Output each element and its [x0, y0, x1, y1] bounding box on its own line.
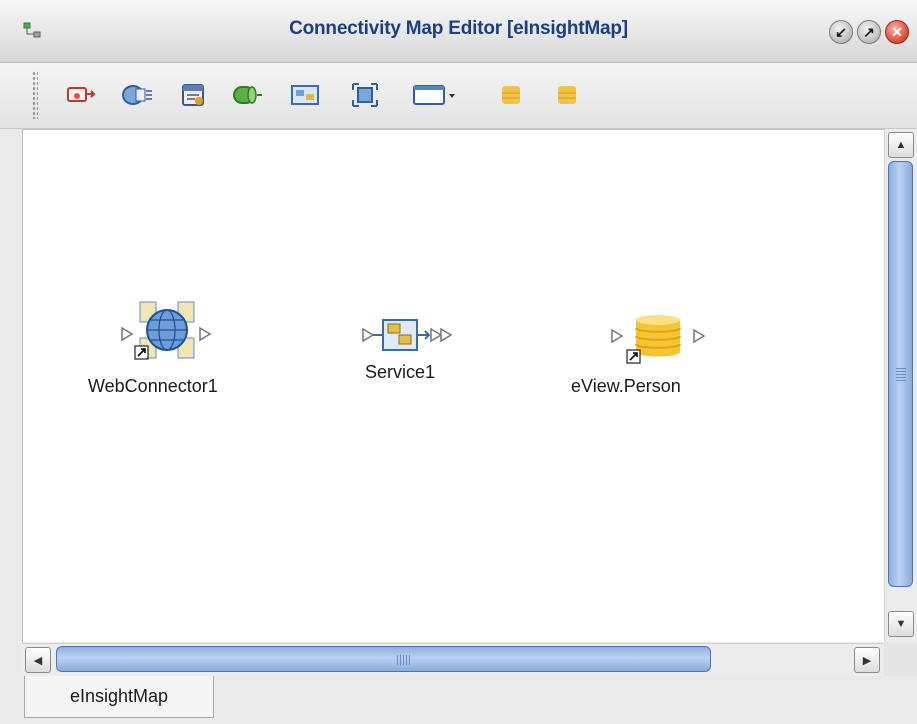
horizontal-scroll-thumb[interactable] — [56, 646, 711, 672]
web-service-icon — [122, 85, 152, 105]
window-title: Connectivity Map Editor [eInsightMap] — [289, 18, 628, 39]
window-dropdown-icon — [413, 85, 455, 105]
triangle-left-icon: ◀ — [33, 654, 43, 667]
maximize-icon[interactable]: ↗ — [857, 20, 881, 44]
service-icon — [362, 319, 453, 351]
database-icon — [611, 315, 706, 364]
vertical-scrollbar[interactable]: ▲ ▼ — [884, 129, 917, 641]
close-icon[interactable]: ✕ — [885, 20, 909, 44]
scheduler-icon — [182, 84, 204, 106]
composite-icon — [352, 83, 378, 107]
window-controls: ↙ ↗ ✕ — [829, 20, 909, 46]
vertical-scroll-thumb[interactable] — [888, 161, 913, 587]
queue-button[interactable] — [230, 80, 264, 110]
triangle-down-icon: ▼ — [895, 618, 907, 630]
database-button-2[interactable] — [550, 80, 584, 110]
database-icon — [558, 86, 576, 104]
queue-icon — [233, 86, 262, 104]
map-canvas[interactable]: WebConnector1 Service1 eView.Person — [22, 129, 884, 642]
scroll-down-button[interactable]: ▼ — [888, 611, 914, 637]
toolbar — [0, 63, 917, 129]
scroll-corner — [884, 643, 917, 676]
scroll-left-button[interactable]: ◀ — [25, 647, 51, 673]
webconnector-label[interactable]: WebConnector1 — [88, 376, 218, 397]
horizontal-scrollbar[interactable]: ◀ ▶ — [22, 643, 883, 677]
eview-node[interactable] — [610, 312, 710, 370]
eview-label[interactable]: eView.Person — [571, 376, 681, 397]
title-bar[interactable]: Connectivity Map Editor [eInsightMap] ↙ … — [0, 0, 917, 63]
tab-einsightmap[interactable]: eInsightMap — [24, 676, 214, 718]
database-icon — [502, 86, 520, 104]
window-dropdown-button[interactable] — [410, 80, 460, 110]
service-node[interactable] — [361, 315, 461, 359]
service-icon — [291, 85, 319, 105]
triangle-up-icon: ▲ — [895, 139, 907, 151]
triangle-right-icon: ▶ — [862, 654, 872, 667]
composite-button[interactable] — [348, 80, 382, 110]
service-button[interactable] — [288, 80, 322, 110]
minimize-icon[interactable]: ↙ — [829, 20, 853, 44]
database-button-1[interactable] — [494, 80, 528, 110]
thumb-grip-icon — [896, 367, 906, 381]
webconnector-node[interactable] — [120, 298, 230, 362]
scroll-right-button[interactable]: ▶ — [854, 647, 880, 673]
scroll-up-button[interactable]: ▲ — [888, 132, 914, 158]
tab-bar: eInsightMap — [0, 676, 917, 724]
thumb-grip-icon — [397, 655, 411, 665]
scheduler-button[interactable] — [176, 80, 210, 110]
web-connector-icon — [121, 301, 212, 360]
web-service-button[interactable] — [120, 80, 154, 110]
external-application-button[interactable] — [64, 80, 98, 110]
connectivity-map-editor-window: Connectivity Map Editor [eInsightMap] ↙ … — [0, 0, 917, 724]
toolbar-grip[interactable] — [32, 71, 38, 119]
external-app-icon — [67, 87, 96, 102]
service-label[interactable]: Service1 — [365, 362, 435, 383]
